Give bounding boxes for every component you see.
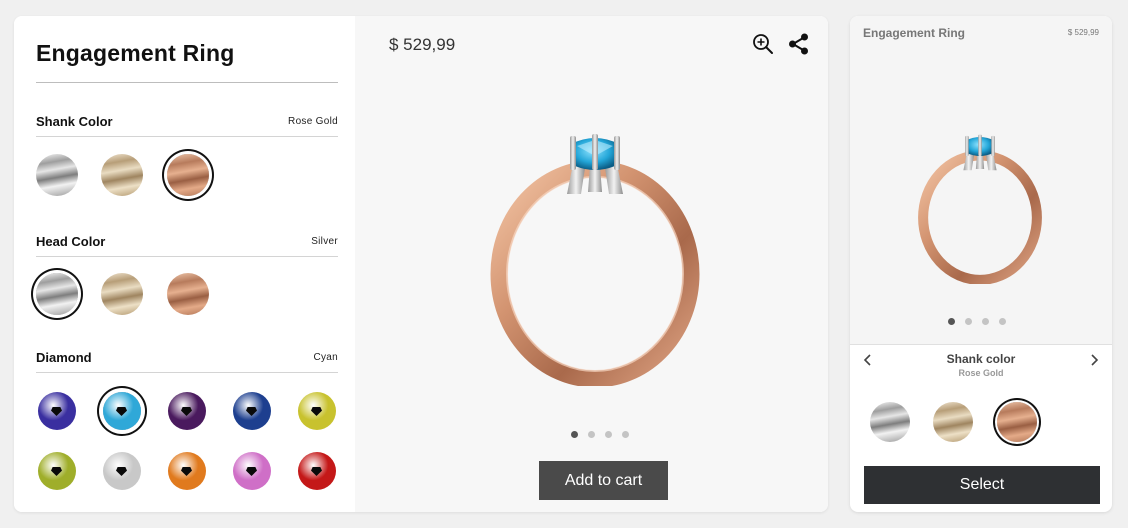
diamond-purple[interactable]	[168, 392, 206, 430]
chevron-right-icon[interactable]	[1086, 352, 1102, 368]
head-color-header: Head Color Silver	[36, 234, 338, 254]
carousel-dot[interactable]	[588, 431, 595, 438]
select-button[interactable]: Select	[864, 466, 1100, 504]
diamond-pink[interactable]	[233, 452, 271, 490]
mobile-product-title: Engagement Ring	[863, 26, 966, 40]
options-panel: Engagement Ring Shank Color Rose Gold He…	[14, 16, 355, 512]
shank-color-value: Rose Gold	[288, 116, 338, 127]
diamond-value: Cyan	[313, 352, 338, 363]
mobile-product-price: $ 529,99	[1067, 28, 1099, 37]
add-to-cart-button[interactable]: Add to cart	[539, 461, 668, 500]
shank-swatch-silver[interactable]	[36, 154, 78, 196]
diamond-lime[interactable]	[38, 452, 76, 490]
mobile-ring-image	[918, 134, 1042, 284]
share-icon[interactable]	[787, 32, 811, 56]
mobile-carousel-dots	[948, 318, 1006, 325]
mobile-preview-card: Engagement Ring $ 529,99 Shank color Ros…	[850, 16, 1112, 512]
diamond-cyan[interactable]	[103, 392, 141, 430]
ring-image	[490, 134, 700, 386]
head-swatch-gold[interactable]	[101, 273, 143, 315]
mobile-swatch-rose-gold[interactable]	[997, 402, 1037, 442]
carousel-dot[interactable]	[948, 318, 955, 325]
head-color-value: Silver	[311, 236, 338, 247]
head-swatch-silver[interactable]	[36, 273, 78, 315]
shank-color-header: Shank Color Rose Gold	[36, 114, 338, 134]
diamond-divider	[36, 372, 338, 373]
zoom-in-icon[interactable]	[751, 32, 775, 56]
shank-swatch-gold[interactable]	[101, 154, 143, 196]
carousel-dot[interactable]	[999, 318, 1006, 325]
shank-divider	[36, 136, 338, 137]
head-color-label: Head Color	[36, 234, 106, 249]
mobile-option-label: Shank color	[946, 352, 1016, 366]
diamond-indigo[interactable]	[38, 392, 76, 430]
carousel-dot[interactable]	[605, 431, 612, 438]
diamond-blue[interactable]	[233, 392, 271, 430]
diamond-red[interactable]	[298, 452, 336, 490]
diamond-yellow[interactable]	[298, 392, 336, 430]
carousel-dot[interactable]	[965, 318, 972, 325]
diamond-header: Diamond Cyan	[36, 350, 338, 370]
carousel-dot[interactable]	[982, 318, 989, 325]
carousel-dot[interactable]	[571, 431, 578, 438]
product-preview: $ 529,99 Add to cart	[355, 16, 828, 512]
diamond-white[interactable]	[103, 452, 141, 490]
mobile-divider	[850, 344, 1112, 345]
head-swatch-rose-gold[interactable]	[167, 273, 209, 315]
carousel-dots	[571, 431, 629, 438]
mobile-swatch-gold[interactable]	[933, 402, 973, 442]
diamond-orange[interactable]	[168, 452, 206, 490]
title-divider	[36, 82, 338, 83]
diamond-label: Diamond	[36, 350, 92, 365]
head-divider	[36, 256, 338, 257]
product-title: Engagement Ring	[36, 40, 235, 66]
shank-swatch-rose-gold[interactable]	[167, 154, 209, 196]
shank-color-label: Shank Color	[36, 114, 113, 129]
mobile-option-value: Rose Gold	[958, 368, 1004, 378]
mobile-swatch-silver[interactable]	[870, 402, 910, 442]
product-price: $ 529,99	[389, 35, 456, 54]
mobile-image-area: Engagement Ring $ 529,99	[850, 16, 1112, 344]
configurator-card: Engagement Ring Shank Color Rose Gold He…	[14, 16, 828, 512]
carousel-dot[interactable]	[622, 431, 629, 438]
